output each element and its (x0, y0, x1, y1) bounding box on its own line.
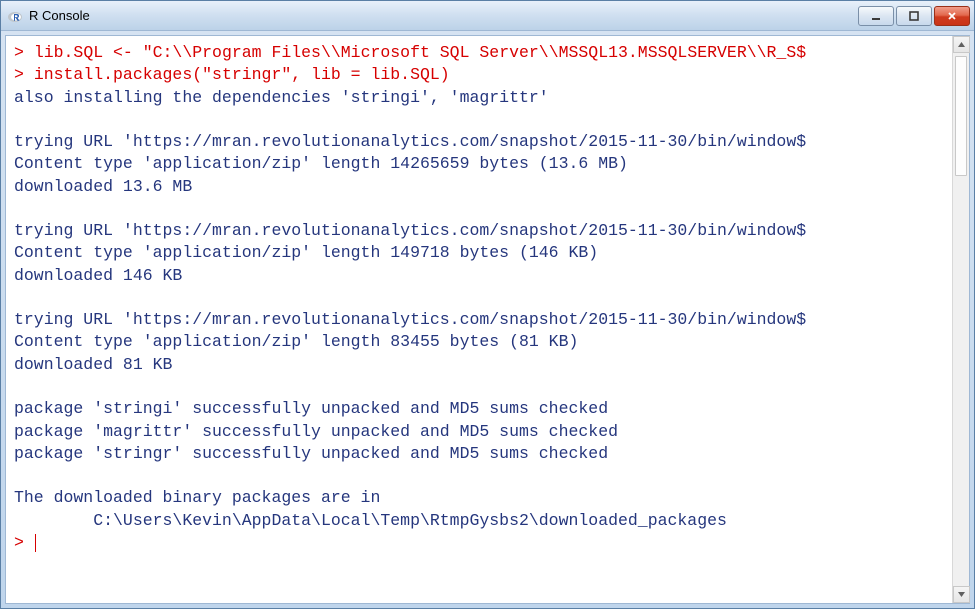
client-area: > lib.SQL <- "C:\\Program Files\\Microso… (5, 35, 970, 604)
r-app-icon (7, 8, 23, 24)
output-line: trying URL 'https://mran.revolutionanaly… (14, 310, 806, 329)
command-line: install.packages("stringr", lib = lib.SQ… (34, 65, 450, 84)
window-controls (858, 6, 970, 26)
prompt: > (14, 43, 24, 62)
maximize-icon (908, 10, 920, 22)
output-line: Content type 'application/zip' length 83… (14, 332, 578, 351)
output-line: C:\Users\Kevin\AppData\Local\Temp\RtmpGy… (14, 511, 727, 530)
window-title: R Console (29, 8, 858, 23)
output-line: package 'magrittr' successfully unpacked… (14, 422, 618, 441)
minimize-icon (870, 10, 882, 22)
maximize-button[interactable] (896, 6, 932, 26)
output-line: Content type 'application/zip' length 14… (14, 154, 628, 173)
r-console-window: R Console > lib.SQL <- "C:\\Program File… (0, 0, 975, 609)
scroll-down-button[interactable] (953, 586, 970, 603)
chevron-down-icon (957, 590, 966, 599)
vertical-scrollbar[interactable] (952, 36, 969, 603)
prompt: > (14, 533, 24, 552)
output-line: trying URL 'https://mran.revolutionanaly… (14, 221, 806, 240)
close-button[interactable] (934, 6, 970, 26)
output-line: downloaded 146 KB (14, 266, 182, 285)
output-line: downloaded 13.6 MB (14, 177, 192, 196)
text-cursor (35, 534, 36, 552)
output-line: package 'stringr' successfully unpacked … (14, 444, 608, 463)
output-line: The downloaded binary packages are in (14, 488, 380, 507)
chevron-up-icon (957, 40, 966, 49)
output-line: package 'stringi' successfully unpacked … (14, 399, 608, 418)
titlebar[interactable]: R Console (1, 1, 974, 31)
command-line: lib.SQL <- "C:\\Program Files\\Microsoft… (34, 43, 806, 62)
scroll-thumb[interactable] (955, 56, 967, 176)
minimize-button[interactable] (858, 6, 894, 26)
output-line: downloaded 81 KB (14, 355, 172, 374)
prompt: > (14, 65, 24, 84)
close-icon (946, 10, 958, 22)
scroll-up-button[interactable] (953, 36, 970, 53)
output-line: also installing the dependencies 'string… (14, 88, 549, 107)
output-line: Content type 'application/zip' length 14… (14, 243, 598, 262)
output-line: trying URL 'https://mran.revolutionanaly… (14, 132, 806, 151)
console-output[interactable]: > lib.SQL <- "C:\\Program Files\\Microso… (6, 36, 952, 603)
